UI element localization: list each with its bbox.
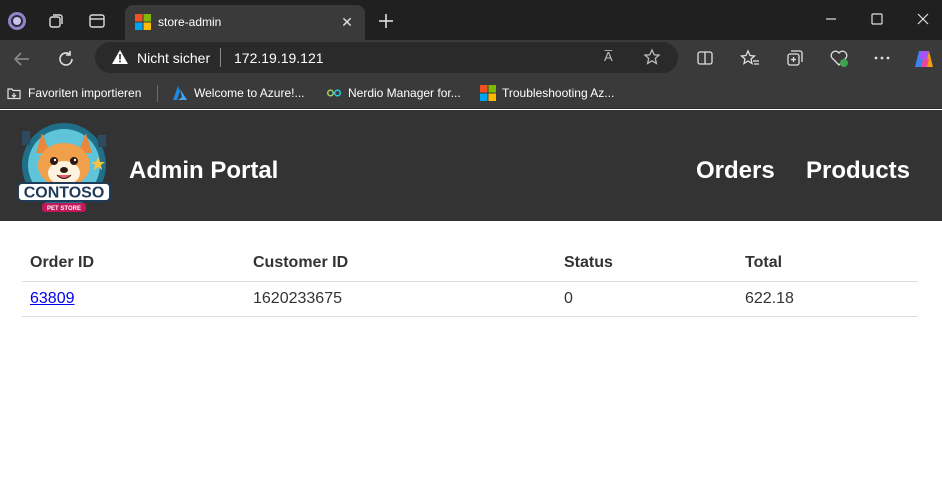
bookmarks-bar: Favoriten importieren Welcome to Azure!.… — [0, 78, 942, 109]
back-icon[interactable] — [11, 48, 33, 70]
azure-icon — [172, 85, 188, 101]
total-cell: 622.18 — [737, 281, 918, 317]
contoso-pet-store-logo[interactable]: CONTOSO PET STORE — [14, 119, 114, 217]
minimize-icon[interactable] — [821, 9, 841, 29]
add-favorite-icon[interactable] — [643, 48, 661, 66]
svg-text:PET STORE: PET STORE — [47, 206, 81, 212]
table-header-row: Order ID Customer ID Status Total — [22, 246, 918, 282]
bookmark-label: Troubleshooting Az... — [502, 86, 615, 100]
bookmark-label: Favoriten importieren — [28, 86, 142, 100]
bookmark-label: Nerdio Manager for... — [348, 86, 461, 100]
order-id-cell: 63809 — [22, 281, 245, 317]
bookmark-divider — [157, 85, 158, 102]
order-id-link[interactable]: 63809 — [30, 290, 75, 307]
bookmark-import-favorites[interactable]: Favoriten importieren — [6, 85, 141, 101]
tab-store-admin[interactable]: store-admin ✕ — [125, 5, 365, 40]
browser-essentials-icon[interactable] — [829, 48, 849, 68]
svg-text:CONTOSO: CONTOSO — [24, 185, 105, 202]
tab-actions-icon[interactable] — [85, 9, 109, 33]
address-bar[interactable]: Nicht sicher 172.19.19.121 A̅ — [95, 42, 678, 73]
security-label[interactable]: Nicht sicher — [137, 50, 210, 66]
customer-id-cell: 1620233675 — [245, 281, 556, 317]
workspaces-icon[interactable] — [44, 9, 68, 33]
nerdio-icon — [326, 85, 342, 101]
bookmark-troubleshooting[interactable]: Troubleshooting Az... — [480, 85, 614, 101]
profile-icon[interactable] — [5, 9, 29, 33]
close-window-icon[interactable] — [913, 9, 933, 29]
page-title: Admin Portal — [129, 157, 279, 184]
microsoft-icon — [135, 14, 151, 30]
close-tab-icon[interactable]: ✕ — [339, 14, 355, 30]
status-cell: 0 — [556, 281, 737, 317]
bookmark-azure[interactable]: Welcome to Azure!... — [172, 85, 305, 101]
url-text[interactable]: 172.19.19.121 — [234, 50, 324, 66]
collections-icon[interactable] — [785, 48, 805, 68]
more-options-icon[interactable] — [872, 48, 892, 68]
copilot-icon[interactable] — [913, 48, 933, 68]
tab-title: store-admin — [158, 15, 222, 29]
split-screen-icon[interactable] — [695, 48, 715, 68]
column-header-customer-id: Customer ID — [245, 246, 556, 282]
bookmark-label: Welcome to Azure!... — [194, 86, 305, 100]
main-content: Order ID Customer ID Status Total 63809 … — [22, 246, 918, 317]
warning-icon[interactable] — [111, 49, 129, 65]
orders-table: Order ID Customer ID Status Total 63809 … — [22, 246, 918, 317]
column-header-total: Total — [737, 246, 918, 282]
maximize-icon[interactable] — [867, 9, 887, 29]
browser-titlebar: store-admin ✕ — [0, 0, 942, 40]
address-divider — [220, 48, 221, 67]
favorites-icon[interactable] — [739, 48, 760, 68]
bookmark-nerdio[interactable]: Nerdio Manager for... — [326, 85, 461, 101]
nav-orders-link[interactable]: Orders — [696, 157, 775, 185]
column-header-status: Status — [556, 246, 737, 282]
column-header-order-id: Order ID — [22, 246, 245, 282]
nav-products-link[interactable]: Products — [806, 157, 910, 185]
new-tab-icon[interactable] — [376, 11, 396, 31]
site-header: CONTOSO PET STORE Admin Portal Orders Pr… — [0, 110, 942, 221]
table-row: 63809 1620233675 0 622.18 — [22, 281, 918, 317]
microsoft-icon — [480, 85, 496, 101]
import-favorites-icon — [6, 85, 22, 101]
read-aloud-icon[interactable]: A̅ — [604, 49, 613, 64]
refresh-icon[interactable] — [55, 48, 77, 70]
